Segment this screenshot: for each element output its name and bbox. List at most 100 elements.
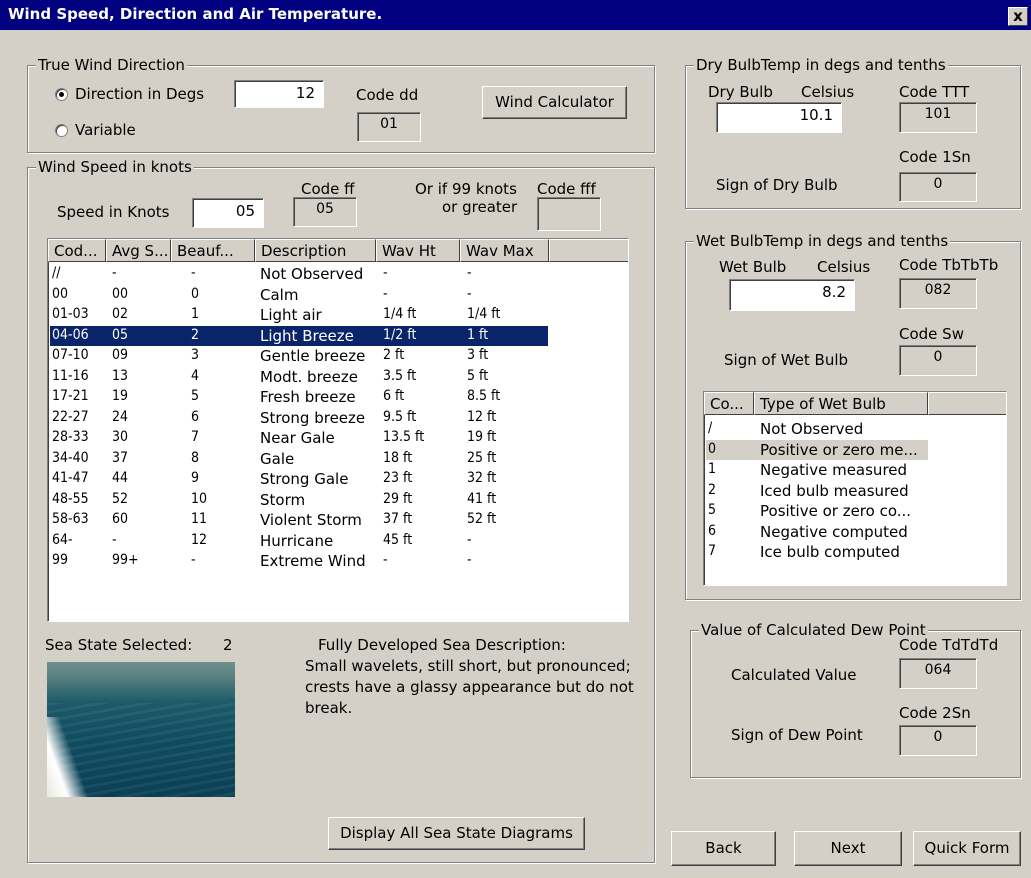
table-row[interactable]: 28-33 30 7 Near Gale 13.5 ft 19 ft xyxy=(48,428,548,448)
column-header-wave-max[interactable]: Wav Max xyxy=(460,239,549,262)
column-header-avg-speed[interactable]: Avg S... xyxy=(106,239,171,262)
direction-degs-radio[interactable] xyxy=(55,88,68,101)
cell-wave-height: 9.5 ft xyxy=(383,408,417,425)
wet-bulb-input[interactable]: 8.2 xyxy=(729,279,855,311)
cell-type: Not Observed xyxy=(760,420,864,438)
list-item[interactable]: / Not Observed xyxy=(704,419,928,439)
cell-code: 41-47 xyxy=(52,470,89,486)
dry-bulb-input[interactable]: 10.1 xyxy=(716,102,842,133)
cell-wave-max: 19 ft xyxy=(467,429,497,445)
group-label: Dry BulbTemp in degs and tenths xyxy=(694,56,948,74)
sea-desc-line3: break. xyxy=(305,699,353,717)
list-item[interactable]: 5 Positive or zero co... xyxy=(704,501,928,521)
cell-wave-max: - xyxy=(467,552,472,568)
sea-desc-line2: crests have a glassy appearance but do n… xyxy=(305,678,634,696)
cell-wave-height: 1/4 ft xyxy=(383,306,417,322)
table-row[interactable]: 99 99+ - Extreme Wind - - xyxy=(48,551,548,571)
cell-avg-speed: 05 xyxy=(112,326,129,343)
variable-radio[interactable] xyxy=(55,124,68,137)
column-header-code[interactable]: Cod... xyxy=(48,239,106,262)
table-row[interactable]: 34-40 37 8 Gale 18 ft 25 ft xyxy=(48,449,548,469)
cell-avg-speed: 30 xyxy=(112,429,129,445)
code-1sn-label: Code 1Sn xyxy=(899,148,971,166)
column-header-empty xyxy=(549,239,628,262)
cell-description: Fresh breeze xyxy=(260,388,356,406)
wet-bulb-type-table[interactable]: Co... Type of Wet Bulb / Not Observed 0 Pos… xyxy=(703,391,1007,586)
direction-degs-input[interactable]: 12 xyxy=(234,80,324,108)
wet-bulb-unit-label: Celsius xyxy=(817,258,871,276)
list-item[interactable]: 2 Iced bulb measured xyxy=(704,481,928,501)
table-row[interactable]: // - - Not Observed - - xyxy=(48,264,548,284)
list-item[interactable]: 0 Positive or zero me... xyxy=(704,439,928,460)
cell-wave-height: 29 ft xyxy=(383,490,413,507)
cell-wave-height: 18 ft xyxy=(383,449,413,466)
dry-bulb-unit-label: Celsius xyxy=(801,83,855,101)
cell-description: Modt. breeze xyxy=(260,367,358,386)
display-all-sea-state-button[interactable]: Display All Sea State Diagrams xyxy=(328,817,585,850)
column-header-wave-height[interactable]: Wav Ht xyxy=(376,239,460,262)
back-button[interactable]: Back xyxy=(671,831,776,866)
table-row[interactable]: 64- - 12 Hurricane 45 ft - xyxy=(48,531,548,551)
cell-avg-speed: 02 xyxy=(112,306,129,322)
table-row[interactable]: 48-55 52 10 Storm 29 ft 41 ft xyxy=(48,490,548,510)
cell-avg-speed: 13 xyxy=(112,367,129,384)
wet-bulb-label: Wet Bulb xyxy=(719,258,787,276)
code-sw-value: 0 xyxy=(899,345,977,376)
table-row[interactable]: 17-21 19 5 Fresh breeze 6 ft 8.5 ft xyxy=(48,387,548,407)
column-header-type[interactable]: Type of Wet Bulb xyxy=(754,392,928,415)
code-sw-label: Code Sw xyxy=(899,325,964,343)
cell-code: 58-63 xyxy=(52,511,89,527)
code-dd-label: Code dd xyxy=(356,86,419,104)
title-bar: Wind Speed, Direction and Air Temperatur… xyxy=(0,0,1031,30)
sea-state-label: Sea State Selected: xyxy=(45,636,193,654)
table-row[interactable]: 41-47 44 9 Strong Gale 23 ft 32 ft xyxy=(48,469,548,489)
table-row[interactable]: 22-27 24 6 Strong breeze 9.5 ft 12 ft xyxy=(48,408,548,428)
cell-wave-max: 8.5 ft xyxy=(467,388,501,404)
cell-code: 17-21 xyxy=(52,388,89,404)
cell-code: 34-40 xyxy=(52,449,89,466)
code-ff-value: 05 xyxy=(293,197,357,227)
table-row[interactable]: 07-10 09 3 Gentle breeze 2 ft 3 ft xyxy=(48,346,548,366)
list-item[interactable]: 6 Negative computed xyxy=(704,522,928,542)
cell-wave-max: 41 ft xyxy=(467,490,497,507)
cell-avg-speed: 09 xyxy=(112,347,129,363)
group-label: True Wind Direction xyxy=(36,56,187,74)
table-row[interactable]: 58-63 60 11 Violent Storm 37 ft 52 ft xyxy=(48,510,548,530)
cell-code: 22-27 xyxy=(52,408,89,425)
code-fff-label: Code fff xyxy=(537,180,596,198)
close-button[interactable]: x xyxy=(1008,7,1028,26)
code-fff-value xyxy=(537,197,601,231)
list-item[interactable]: 1 Negative measured xyxy=(704,460,928,480)
column-header-code[interactable]: Co... xyxy=(704,392,754,415)
cell-beaufort: - xyxy=(191,265,196,281)
quick-form-button[interactable]: Quick Form xyxy=(913,831,1021,866)
table-row[interactable]: 01-03 02 1 Light air 1/4 ft 1/4 ft xyxy=(48,305,548,325)
dry-bulb-label: Dry Bulb xyxy=(708,83,773,101)
code-tbtbtb-label: Code TbTbTb xyxy=(899,256,999,274)
table-row[interactable]: 11-16 13 4 Modt. breeze 3.5 ft 5 ft xyxy=(48,367,548,387)
cell-beaufort: 12 xyxy=(191,531,208,548)
code-2sn-value: 0 xyxy=(899,725,977,756)
or-99-line2: or greater xyxy=(442,198,518,216)
cell-wave-max: 1 ft xyxy=(467,326,489,343)
cell-beaufort: 2 xyxy=(191,326,200,343)
cell-beaufort: 7 xyxy=(191,429,200,445)
cell-description: Violent Storm xyxy=(260,511,362,529)
table-row[interactable]: 00 00 0 Calm - - xyxy=(48,285,548,305)
cell-beaufort: 10 xyxy=(191,490,208,507)
cell-wave-height: 2 ft xyxy=(383,347,405,363)
code-ff-label: Code ff xyxy=(301,180,355,198)
cell-beaufort: 0 xyxy=(191,285,200,302)
speed-input[interactable]: 05 xyxy=(192,198,264,228)
column-header-beaufort[interactable]: Beauf... xyxy=(171,239,255,262)
sea-state-value: 2 xyxy=(223,636,233,654)
column-header-description[interactable]: Description xyxy=(255,239,376,262)
wind-calculator-button[interactable]: Wind Calculator xyxy=(482,86,627,119)
next-button[interactable]: Next xyxy=(794,831,902,866)
wind-speed-table[interactable]: Cod... Avg S... Beauf... Description Wav… xyxy=(47,238,629,622)
list-item[interactable]: 7 Ice bulb computed xyxy=(704,542,928,562)
sea-desc-line1: Small wavelets, still short, but pronoun… xyxy=(305,657,631,675)
table-row[interactable]: 04-06 05 2 Light Breeze 1/2 ft 1 ft xyxy=(48,325,548,346)
cell-description: Hurricane xyxy=(260,531,334,550)
cell-wave-height: - xyxy=(383,285,388,302)
